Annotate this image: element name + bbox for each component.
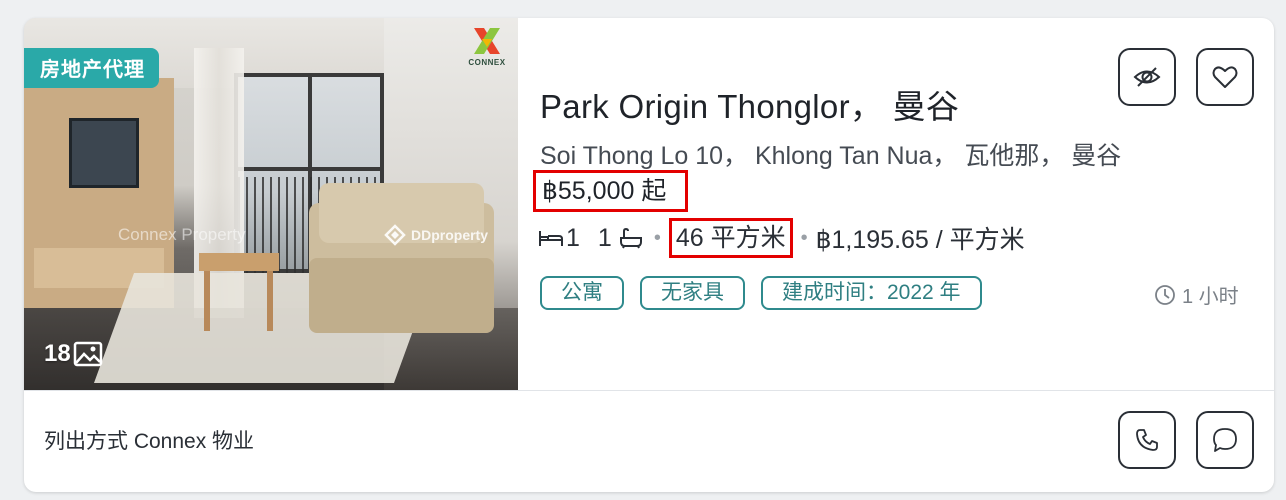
agent-badge: 房地产代理	[24, 48, 159, 88]
listing-card[interactable]: 房地产代理 CONNEX Connex Property DDproperty …	[24, 18, 1274, 492]
tag-furnishing: 无家具	[640, 276, 745, 310]
favorite-button[interactable]	[1196, 48, 1254, 106]
tag-property-type: 公寓	[540, 276, 624, 310]
price-per-sqm: ฿1,195.65 / 平方米	[815, 226, 1025, 254]
posted-time: 1 小时	[1154, 280, 1239, 309]
clock-icon	[1155, 284, 1175, 305]
posted-time-text: 1 小时	[1182, 286, 1239, 308]
listed-by: 列出方式 Connex 物业	[44, 430, 255, 453]
bed-icon	[539, 231, 563, 246]
phone-icon	[1136, 429, 1158, 451]
call-button[interactable]	[1118, 411, 1176, 469]
connex-logo-icon	[474, 28, 500, 54]
image-icon	[73, 341, 102, 367]
listing-specs: 1 1 • 46 平方米 • ฿1,195.65 / 平方米	[538, 218, 1025, 258]
chat-bubble-icon	[1213, 428, 1237, 452]
photo-count[interactable]: 18	[44, 340, 103, 368]
listing-photo[interactable]: 房地产代理 CONNEX Connex Property DDproperty …	[24, 18, 518, 390]
tag-build-year: 建成时间：2022 年	[761, 276, 982, 310]
eye-slash-icon	[1133, 67, 1161, 87]
listing-title[interactable]: Park Origin Thonglor， 曼谷	[540, 80, 959, 128]
bathtub-icon	[619, 227, 642, 249]
photo-count-number: 18	[44, 340, 71, 367]
connex-logo: CONNEX	[464, 26, 510, 78]
heart-icon	[1212, 66, 1238, 88]
listing-tags: 公寓 无家具 建成时间：2022 年	[540, 276, 982, 310]
hide-listing-button[interactable]	[1118, 48, 1176, 106]
listing-area: 46 平方米	[668, 218, 793, 258]
ddproperty-logo-icon	[384, 224, 406, 246]
card-divider	[24, 390, 1274, 391]
listing-price: ฿55,000 起	[533, 170, 688, 212]
watermark-dd-text: DDproperty	[411, 227, 489, 243]
bedroom-count: 1	[566, 223, 580, 252]
logo-text: CONNEX	[468, 58, 506, 67]
chat-button[interactable]	[1196, 411, 1254, 469]
watermark-ddproperty: DDproperty	[384, 224, 488, 246]
bathroom-count: 1	[597, 223, 612, 252]
watermark-connex: Connex Property	[118, 225, 246, 244]
listing-address: Soi Thong Lo 10， Khlong Tan Nua， 瓦他那， 曼谷	[540, 142, 1122, 170]
